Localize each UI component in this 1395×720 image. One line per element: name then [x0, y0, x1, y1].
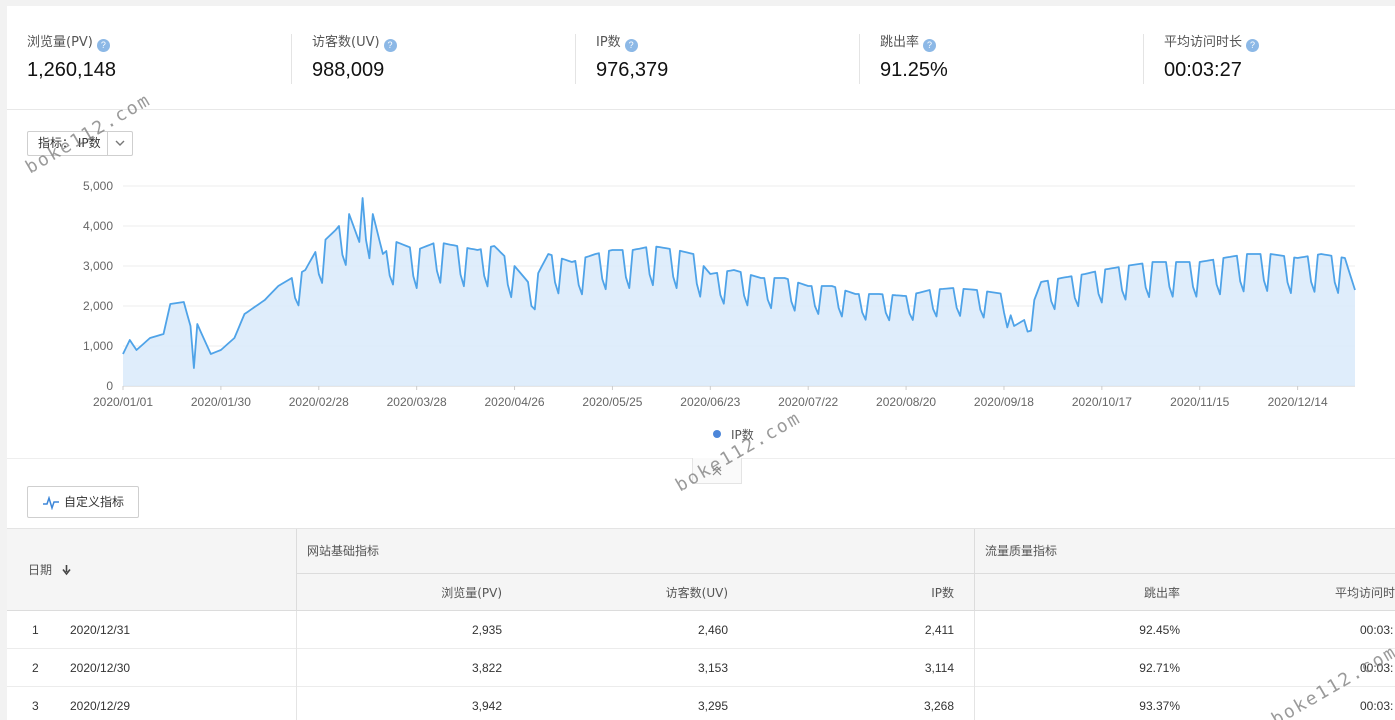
x-tick-label: 2020/01/30	[191, 395, 251, 409]
data-table: 日期 网站基础指标 流量质量指标 浏览量(PV) 访客数(UV) IP数 跳出率…	[7, 528, 1395, 720]
row-bounce: 93.37%	[1139, 699, 1180, 713]
kpi-avg-duration: 平均访问时长? 00:03:27	[1143, 34, 1260, 84]
group-header-quality: 流量质量指标	[985, 544, 1058, 558]
x-tick-label: 2020/02/28	[289, 395, 349, 409]
kpi-label: 跳出率	[880, 35, 920, 50]
x-tick-label: 2020/12/14	[1268, 395, 1328, 409]
row-date: 2020/12/31	[70, 623, 131, 637]
legend-marker[interactable]	[713, 430, 721, 438]
row-ip: 3,268	[923, 699, 954, 713]
help-icon[interactable]: ?	[96, 39, 110, 52]
table-header: 日期 网站基础指标 流量质量指标 浏览量(PV) 访客数(UV) IP数 跳出率…	[7, 528, 1395, 612]
kpi-pv: 浏览量(PV)? 1,260,148	[7, 34, 116, 84]
row-uv: 3,295	[697, 699, 728, 713]
table-row[interactable]: 2 2020/12/30 3,822 3,153 3,114 92.71% 00…	[7, 649, 1395, 687]
y-tick-label: 3,000	[83, 259, 113, 273]
kpi-label: 平均访问时长	[1164, 35, 1243, 50]
row-uv: 2,460	[697, 623, 728, 637]
help-icon[interactable]: ?	[1246, 39, 1260, 52]
y-tick-label: 0	[106, 379, 113, 393]
x-tick-label: 2020/07/22	[778, 395, 838, 409]
kpi-value: 00:03:27	[1164, 59, 1242, 81]
row-ip: 2,411	[924, 623, 954, 637]
collapse-chart-button[interactable]	[692, 458, 742, 484]
y-tick-label: 5,000	[83, 179, 113, 193]
x-tick-label: 2020/03/28	[387, 395, 447, 409]
x-tick-label: 2020/11/15	[1170, 395, 1229, 409]
help-icon[interactable]: ?	[624, 39, 638, 52]
kpi-value: 1,260,148	[27, 59, 116, 81]
report-panel: 浏览量(PV)? 1,260,148 访客数(UV)? 988,009 IP数?…	[7, 6, 1395, 720]
row-index: 1	[32, 623, 39, 637]
kpi-value: 988,009	[312, 59, 385, 81]
x-tick-label: 2020/10/17	[1072, 395, 1132, 409]
row-avg-duration: 00:03:	[1360, 699, 1394, 713]
row-pv: 3,822	[471, 661, 502, 675]
kpi-value: 976,379	[596, 59, 669, 81]
date-column-header[interactable]: 日期	[28, 561, 71, 578]
column-header-ip[interactable]: IP数	[931, 584, 954, 601]
chevron-down-icon[interactable]	[107, 132, 132, 155]
row-uv: 3,153	[697, 661, 728, 675]
table-row[interactable]: 3 2020/12/29 3,942 3,295 3,268 93.37% 00…	[7, 687, 1395, 720]
help-icon[interactable]: ?	[923, 39, 937, 52]
row-bounce: 92.71%	[1139, 661, 1180, 675]
table-row[interactable]: 1 2020/12/31 2,935 2,460 2,411 92.45% 00…	[7, 611, 1395, 649]
kpi-row: 浏览量(PV)? 1,260,148 访客数(UV)? 988,009 IP数?…	[7, 6, 1395, 110]
custom-metrics-button[interactable]: 自定义指标	[27, 486, 139, 518]
help-icon[interactable]: ?	[383, 39, 397, 52]
x-tick-label: 2020/01/01	[93, 395, 153, 409]
date-header-label: 日期	[28, 563, 53, 577]
double-chevron-up-icon	[712, 466, 722, 476]
y-tick-label: 1,000	[83, 339, 113, 353]
column-header-uv[interactable]: 访客数(UV)	[666, 584, 728, 601]
row-index: 3	[32, 699, 39, 713]
kpi-label: IP数	[596, 35, 621, 50]
row-pv: 3,942	[471, 699, 502, 713]
column-header-pv[interactable]: 浏览量(PV)	[441, 584, 502, 601]
kpi-label: 浏览量(PV)	[27, 35, 93, 50]
sort-desc-icon[interactable]	[62, 565, 71, 576]
row-date: 2020/12/29	[70, 699, 131, 713]
x-tick-label: 2020/08/20	[876, 395, 936, 409]
kpi-uv: 访客数(UV)? 988,009	[291, 34, 397, 84]
custom-metrics-label: 自定义指标	[64, 495, 125, 509]
y-tick-label: 4,000	[83, 219, 113, 233]
pulse-icon	[43, 496, 59, 510]
row-avg-duration: 00:03:	[1360, 661, 1394, 675]
row-pv: 2,935	[471, 623, 502, 637]
row-ip: 3,114	[924, 661, 954, 675]
group-header-basic: 网站基础指标	[307, 544, 380, 558]
column-header-bounce[interactable]: 跳出率	[1144, 584, 1180, 601]
row-bounce: 92.45%	[1139, 623, 1180, 637]
column-header-avg-duration[interactable]: 平均访问时	[1335, 584, 1395, 601]
x-tick-label: 2020/09/18	[974, 395, 1034, 409]
ip-trend-chart: 0 1,000 2,000 3,000 4,000 5,000 2020/01/01 2020…	[83, 179, 1356, 409]
row-index: 2	[32, 661, 39, 675]
metric-select-text: 指标： IP数	[38, 136, 101, 150]
metric-select[interactable]: 指标： IP数	[27, 131, 133, 156]
legend-label[interactable]: IP数	[731, 426, 754, 443]
x-tick-label: 2020/05/25	[582, 395, 642, 409]
kpi-ip: IP数? 976,379	[575, 34, 668, 84]
x-tick-label: 2020/04/26	[485, 395, 545, 409]
y-tick-label: 2,000	[83, 299, 113, 313]
row-avg-duration: 00:03:	[1360, 623, 1394, 637]
kpi-value: 91.25%	[880, 59, 948, 81]
kpi-bounce: 跳出率? 91.25%	[859, 34, 948, 84]
kpi-label: 访客数(UV)	[312, 35, 380, 50]
row-date: 2020/12/30	[70, 661, 131, 675]
x-tick-label: 2020/06/23	[680, 395, 740, 409]
